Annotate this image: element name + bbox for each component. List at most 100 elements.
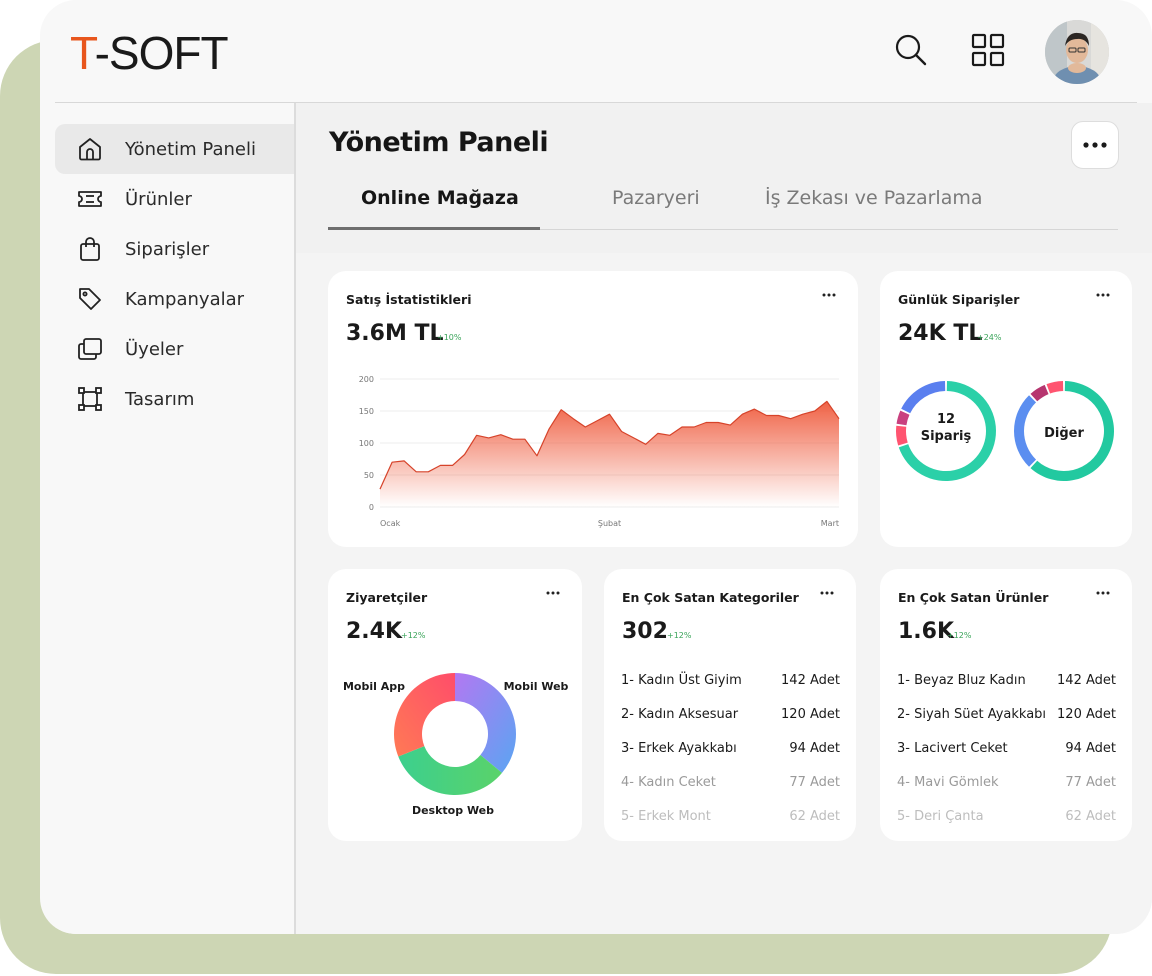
card-title: En Çok Satan Ürünler <box>898 590 1049 605</box>
sidebar-item-label: Ürünler <box>125 188 192 210</box>
list-item[interactable]: 3- Lacivert Ceket 94 Adet <box>897 741 1116 761</box>
item-count: 120 Adet <box>781 707 840 722</box>
y-tick-label: 0 <box>369 503 374 512</box>
area-fill <box>380 401 839 507</box>
more-horizontal-icon <box>1096 591 1110 595</box>
more-horizontal-icon <box>1083 142 1107 148</box>
page-title: Yönetim Paneli <box>329 127 549 158</box>
brand-logo[interactable]: T-SOFT <box>70 26 229 80</box>
item-count: 62 Adet <box>1065 809 1116 824</box>
daily-orders-card: Günlük Siparişler 24K TL +24% 12 Sipariş D… <box>880 271 1132 547</box>
more-options-button[interactable] <box>1071 121 1119 169</box>
donut-slice <box>896 410 910 426</box>
item-name: 2- Kadın Aksesuar <box>621 707 739 722</box>
item-count: 77 Adet <box>1065 775 1116 790</box>
apps-grid-icon[interactable] <box>968 30 1008 70</box>
folders-icon <box>77 336 103 362</box>
list-item[interactable]: 2- Siyah Süet Ayakkabı 120 Adet <box>897 707 1116 727</box>
card-menu-button[interactable] <box>814 583 840 603</box>
visitors-card: Ziyaretçiler 2.4K +12% Mobil Web Desktop … <box>328 569 582 841</box>
sidebar-item-label: Yönetim Paneli <box>125 138 256 160</box>
slice-label: Mobil Web <box>504 680 569 693</box>
card-title: En Çok Satan Kategoriler <box>622 590 799 605</box>
item-count: 62 Adet <box>789 809 840 824</box>
list-item[interactable]: 3- Erkek Ayakkabı 94 Adet <box>621 741 840 761</box>
y-tick-label: 50 <box>364 471 374 480</box>
top-categories-card: En Çok Satan Kategoriler 302 +12% 1- Kad… <box>604 569 856 841</box>
item-name: 4- Kadın Ceket <box>621 775 716 790</box>
list-item[interactable]: 5- Deri Çanta 62 Adet <box>897 809 1116 829</box>
item-name: 5- Erkek Mont <box>621 809 711 824</box>
card-menu-button[interactable] <box>1090 583 1116 603</box>
donut-slice <box>901 381 946 414</box>
donut-center-label: Sipariş <box>921 429 972 444</box>
sidebar-item-label: Kampanyalar <box>125 288 245 310</box>
tab-online-store[interactable]: Online Mağaza <box>361 187 519 209</box>
tab-business-intelligence[interactable]: İş Zekası ve Pazarlama <box>765 187 983 209</box>
sidebar-item-orders[interactable]: Siparişler <box>55 224 294 274</box>
active-tab-indicator <box>328 227 540 230</box>
tag-icon <box>77 286 103 312</box>
categories-value: 302 <box>622 619 668 644</box>
sidebar-item-products[interactable]: Ürünler <box>55 174 294 224</box>
sidebar-item-members[interactable]: Üyeler <box>55 324 294 374</box>
visitors-donut-chart: Mobil Web Desktop Web Mobil App <box>343 673 569 817</box>
logo-text: -SOFT <box>94 27 229 79</box>
item-count: 120 Adet <box>1057 707 1116 722</box>
x-tick-label: Şubat <box>598 519 621 528</box>
item-count: 142 Adet <box>1057 673 1116 688</box>
daily-donut-charts: 12 Sipariş Diğer <box>896 381 1114 481</box>
item-name: 5- Deri Çanta <box>897 809 984 824</box>
item-count: 94 Adet <box>1065 741 1116 756</box>
donut-slice <box>1030 384 1049 402</box>
main-header: Yönetim Paneli Online Mağaza Pazaryeri İ… <box>296 103 1152 253</box>
y-tick-label: 150 <box>359 407 374 416</box>
item-name: 3- Lacivert Ceket <box>897 741 1008 756</box>
item-count: 77 Adet <box>789 775 840 790</box>
search-icon[interactable] <box>891 30 931 70</box>
item-name: 4- Mavi Gömlek <box>897 775 999 790</box>
list-item[interactable]: 4- Mavi Gömlek 77 Adet <box>897 775 1116 795</box>
sidebar-item-label: Üyeler <box>125 338 184 360</box>
sidebar-item-dashboard[interactable]: Yönetim Paneli <box>55 124 294 174</box>
products-value: 1.6K <box>898 619 955 644</box>
sidebar-item-design[interactable]: Tasarım <box>55 374 294 424</box>
item-name: 3- Erkek Ayakkabı <box>621 741 737 756</box>
tab-marketplace[interactable]: Pazaryeri <box>612 187 700 209</box>
top-products-card: En Çok Satan Ürünler 1.6K +12% 1- Beyaz … <box>880 569 1132 841</box>
y-tick-label: 200 <box>359 375 374 384</box>
donut-slice <box>1014 395 1037 467</box>
more-horizontal-icon <box>820 591 834 595</box>
list-item[interactable]: 1- Kadın Üst Giyim 142 Adet <box>621 673 840 693</box>
frame-icon <box>77 386 103 412</box>
list-item[interactable]: 2- Kadın Aksesuar 120 Adet <box>621 707 840 727</box>
sidebar-item-label: Tasarım <box>125 388 195 410</box>
donut-center-label: Diğer <box>1044 426 1084 441</box>
x-tick-label: Mart <box>821 519 839 528</box>
logo-letter: T <box>70 27 96 79</box>
item-count: 142 Adet <box>781 673 840 688</box>
donut-slice <box>1046 381 1064 394</box>
sidebar: Yönetim Paneli Ürünler Siparişler Kampan… <box>55 103 295 934</box>
ticket-icon <box>77 186 103 212</box>
sidebar-item-label: Siparişler <box>125 238 210 260</box>
list-item[interactable]: 4- Kadın Ceket 77 Adet <box>621 775 840 795</box>
item-count: 94 Adet <box>789 741 840 756</box>
dashboard-grid: Satış İstatistikleri 3.6M TL +10% 0 50 100… <box>296 253 1152 934</box>
slice-label: Desktop Web <box>412 804 494 817</box>
sales-stats-card: Satış İstatistikleri 3.6M TL +10% 0 50 100… <box>328 271 858 547</box>
app-window: T-SOFT Yönetim Paneli Ürünler Siparişler… <box>40 0 1152 934</box>
shopping-bag-icon <box>77 236 103 262</box>
user-avatar[interactable] <box>1045 20 1109 84</box>
top-header: T-SOFT <box>40 0 1152 102</box>
donut-center-label: 12 <box>937 412 955 427</box>
list-item[interactable]: 1- Beyaz Bluz Kadın 142 Adet <box>897 673 1116 693</box>
home-icon <box>77 136 103 162</box>
x-tick-label: Ocak <box>380 519 401 528</box>
products-delta-badge: +12% <box>947 631 972 640</box>
item-name: 1- Kadın Üst Giyim <box>621 673 742 688</box>
list-item[interactable]: 5- Erkek Mont 62 Adet <box>621 809 840 829</box>
donut-slice <box>896 425 908 446</box>
sidebar-item-campaigns[interactable]: Kampanyalar <box>55 274 294 324</box>
item-name: 2- Siyah Süet Ayakkabı <box>897 707 1047 722</box>
